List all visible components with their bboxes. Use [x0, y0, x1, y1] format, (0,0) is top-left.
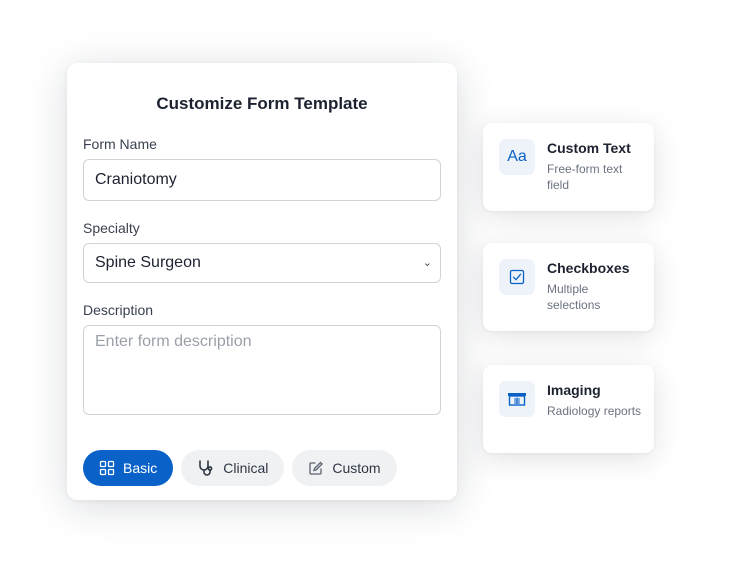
field-type-checkboxes[interactable]: Checkboxes Multiple selections [483, 243, 654, 331]
field-type-title: Checkboxes [547, 260, 630, 276]
description-placeholder: Enter form description [95, 333, 252, 350]
description-textarea[interactable]: Enter form description [83, 325, 441, 415]
basic-chip-label: Basic [123, 460, 158, 476]
custom-chip[interactable]: Custom [292, 450, 397, 486]
chevron-down-icon: ⌄ [422, 257, 432, 269]
checkbox-icon [499, 259, 535, 295]
form-name-input[interactable]: Craniotomy [83, 159, 441, 201]
field-type-description: Free-form text field [547, 162, 623, 192]
field-type-title: Custom Text [547, 140, 631, 156]
description-label: Description [83, 302, 154, 318]
specialty-select[interactable]: Spine Surgeon ⌄ [83, 243, 441, 283]
form-name-label: Form Name [83, 136, 157, 152]
clinical-chip[interactable]: Clinical [181, 450, 285, 486]
stage: Customize Form Template Form Name Cranio… [0, 0, 730, 572]
xray-icon [499, 381, 535, 417]
field-type-description: Radiology reports [547, 404, 642, 418]
specialty-label: Specialty [83, 220, 140, 236]
stethoscope-icon [197, 459, 215, 477]
form-title: Customize Form Template [156, 94, 368, 113]
specialty-selected-value: Spine Surgeon [95, 254, 201, 271]
field-type-imaging[interactable]: Imaging Radiology reports [483, 365, 654, 453]
edit-icon [308, 460, 324, 476]
custom-chip-label: Custom [332, 460, 381, 476]
clinical-chip-label: Clinical [223, 460, 269, 476]
form-template-card: Customize Form Template Form Name Cranio… [67, 63, 457, 500]
basic-chip[interactable]: Basic [83, 450, 174, 486]
text-aa-icon: Aa [499, 139, 535, 175]
field-type-title: Imaging [547, 382, 601, 398]
field-type-description: Multiple selections [547, 282, 601, 312]
text-aa-glyph: Aa [507, 148, 527, 165]
field-type-custom-text[interactable]: Aa Custom Text Free-form text field [483, 123, 654, 211]
category-chip-row: Basic Clinical Custom [83, 450, 441, 486]
grid-icon [99, 460, 115, 476]
